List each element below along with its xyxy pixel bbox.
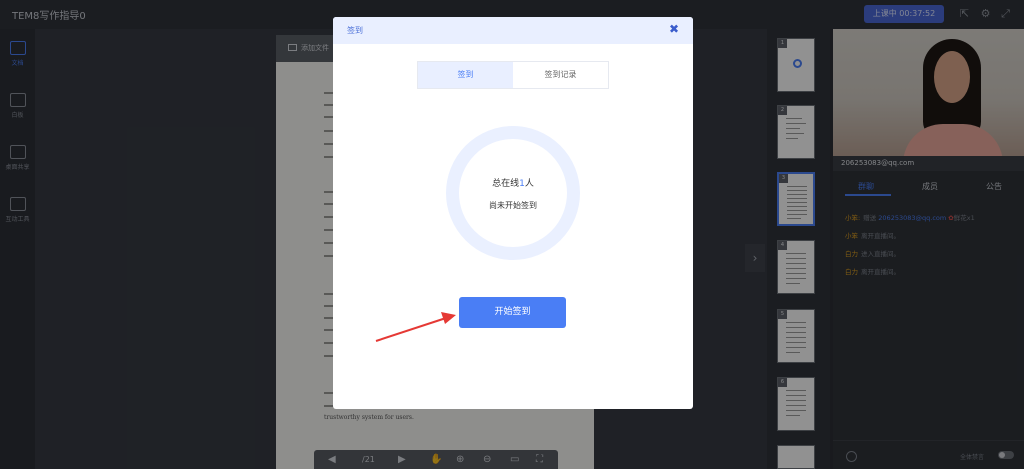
- arrow-head: [441, 312, 456, 324]
- annotation-arrow: [375, 312, 456, 342]
- arrow-shaft: [375, 317, 447, 342]
